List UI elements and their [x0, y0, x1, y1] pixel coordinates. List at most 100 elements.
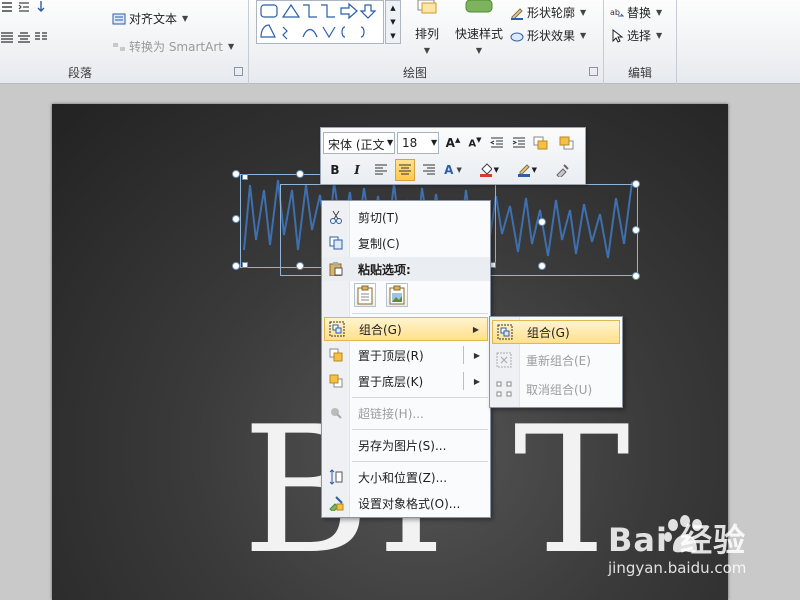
- menu-item-label: 组合(G): [527, 325, 570, 340]
- send-backward-button[interactable]: [557, 132, 577, 154]
- bold-button[interactable]: B: [325, 159, 345, 181]
- align-right-icon: [423, 164, 435, 175]
- menu-item-cut[interactable]: 剪切(T): [324, 205, 488, 229]
- submenu-item-ungroup[interactable]: 取消组合(U): [492, 377, 620, 401]
- size-position-icon: [329, 469, 343, 485]
- shapes-gallery[interactable]: [256, 0, 384, 44]
- submenu-arrow-icon[interactable]: ▶: [474, 351, 480, 360]
- replace-button[interactable]: ab 替换 ▼: [610, 4, 662, 21]
- bring-to-front-icon: [329, 348, 343, 362]
- paste-keep-source-button[interactable]: [354, 283, 376, 307]
- distributed-icon: [18, 32, 30, 43]
- font-color-button[interactable]: A ▼: [443, 159, 463, 181]
- select-label: 选择: [627, 29, 652, 43]
- decrease-indent-button[interactable]: [487, 132, 507, 154]
- menu-item-group[interactable]: 组合(G) ▶: [324, 317, 488, 341]
- paragraph-launcher[interactable]: [234, 67, 243, 76]
- mini-toolbar: 宋体 (正文 ▼ 18 ▼ A▲ A▼ B I A ▼ ▼ ▼: [320, 127, 586, 185]
- shrink-font-button[interactable]: A▼: [465, 132, 485, 154]
- menu-split-divider: [463, 346, 464, 364]
- align-buttons[interactable]: [0, 30, 48, 44]
- watermark-url: jingyan.baidu.com: [608, 559, 747, 577]
- paw-icon: [664, 515, 702, 553]
- arrange-button[interactable]: 排列 ▼: [410, 0, 444, 55]
- select-button[interactable]: 选择 ▼: [610, 27, 662, 44]
- paste-as-picture-button[interactable]: [386, 283, 408, 307]
- shapes-gallery-scroll[interactable]: ▲ ▼ ▼: [385, 0, 401, 44]
- convert-smartart-label: 转换为 SmartArt: [129, 40, 223, 54]
- align-right-button[interactable]: [419, 159, 439, 181]
- ungroup-icon: [496, 381, 512, 397]
- menu-item-label: 重新组合(E): [526, 353, 591, 368]
- separator: [248, 0, 249, 84]
- send-backward-icon: [559, 136, 574, 150]
- group-icon: [497, 324, 513, 340]
- baidu-watermark: Bai 经验 jingyan.baidu.com: [608, 515, 746, 577]
- menu-item-label: 组合(G): [359, 322, 402, 337]
- resize-handle[interactable]: [296, 262, 304, 270]
- bring-forward-icon: [533, 136, 548, 150]
- menu-item-hyperlink[interactable]: 超链接(H)...: [324, 401, 488, 425]
- font-size-value: 18: [402, 136, 418, 150]
- resize-handle[interactable]: [242, 174, 248, 180]
- grow-font-icon: A▲: [445, 136, 461, 150]
- editing-group-label: 编辑: [627, 66, 652, 80]
- send-to-back-icon: [329, 374, 343, 388]
- quick-styles-button[interactable]: 快速样式 ▼: [450, 0, 508, 55]
- resize-handle[interactable]: [632, 272, 640, 280]
- italic-icon: I: [354, 163, 360, 177]
- align-left-button[interactable]: [371, 159, 391, 181]
- convert-smartart-button[interactable]: 转换为 SmartArt ▼: [112, 38, 234, 55]
- resize-handle[interactable]: [232, 170, 240, 178]
- arrange-icon: [417, 0, 437, 14]
- menu-separator: [352, 313, 488, 314]
- menu-item-save-as-picture[interactable]: 另存为图片(S)...: [324, 433, 488, 457]
- drawing-group-label: 绘图: [402, 66, 427, 80]
- shrink-font-icon: A▼: [468, 136, 482, 150]
- grow-font-button[interactable]: A▲: [443, 132, 463, 154]
- menu-item-size-position[interactable]: 大小和位置(Z)...: [324, 465, 488, 489]
- increase-indent-icon: [512, 137, 525, 148]
- shape-effects-icon: [510, 32, 524, 41]
- align-text-icon: [112, 13, 126, 24]
- resize-handle[interactable]: [632, 180, 640, 188]
- font-name-field[interactable]: 宋体 (正文: [323, 132, 395, 154]
- resize-handle[interactable]: [538, 218, 546, 226]
- menu-item-bring-to-front[interactable]: 置于顶层(R) ▶: [324, 343, 488, 367]
- submenu-arrow-icon[interactable]: ▶: [474, 377, 480, 386]
- paragraph-list-buttons[interactable]: [0, 0, 48, 14]
- submenu-item-group[interactable]: 组合(G): [492, 320, 620, 344]
- menu-item-send-to-back[interactable]: 置于底层(K) ▶: [324, 369, 488, 393]
- drawing-launcher[interactable]: [589, 67, 598, 76]
- shape-outline-mini-button[interactable]: ▼: [517, 159, 537, 181]
- menu-item-copy[interactable]: 复制(C): [324, 231, 488, 255]
- resize-handle[interactable]: [538, 262, 546, 270]
- menu-item-format-object[interactable]: 设置对象格式(O)...: [324, 491, 488, 515]
- resize-handle[interactable]: [296, 170, 304, 178]
- quick-styles-icon: [465, 0, 493, 13]
- indent-icon: [18, 2, 29, 12]
- shape-fill-button[interactable]: ▼: [479, 159, 499, 181]
- shape-outline-button[interactable]: 形状轮廓 ▼: [510, 4, 586, 21]
- format-painter-button[interactable]: [553, 159, 573, 181]
- cursor-icon: [612, 28, 624, 43]
- font-size-dropdown-icon[interactable]: ▼: [431, 138, 437, 147]
- menu-item-label: 复制(C): [358, 236, 400, 251]
- align-text-button[interactable]: 对齐文本 ▼: [112, 10, 188, 27]
- scissors-icon: [330, 210, 342, 224]
- bring-forward-button[interactable]: [531, 132, 551, 154]
- font-name-dropdown-icon[interactable]: ▼: [387, 138, 393, 147]
- font-name-value: 宋体 (正文: [328, 138, 385, 152]
- font-color-icon: A: [444, 163, 454, 177]
- resize-handle[interactable]: [632, 226, 640, 234]
- submenu-item-regroup[interactable]: 重新组合(E): [492, 348, 620, 372]
- align-center-button[interactable]: [395, 159, 415, 181]
- ribbon: 对齐文本 ▼ 转换为 SmartArt ▼ 段落 ▲ ▼ ▼ 排列 ▼ 快速样式…: [0, 0, 800, 84]
- align-justify-icon: [1, 32, 13, 43]
- resize-handle[interactable]: [242, 262, 248, 268]
- resize-handle[interactable]: [232, 262, 240, 270]
- shape-effects-button[interactable]: 形状效果 ▼: [510, 27, 586, 44]
- italic-button[interactable]: I: [347, 159, 367, 181]
- increase-indent-button[interactable]: [509, 132, 529, 154]
- resize-handle[interactable]: [232, 215, 240, 223]
